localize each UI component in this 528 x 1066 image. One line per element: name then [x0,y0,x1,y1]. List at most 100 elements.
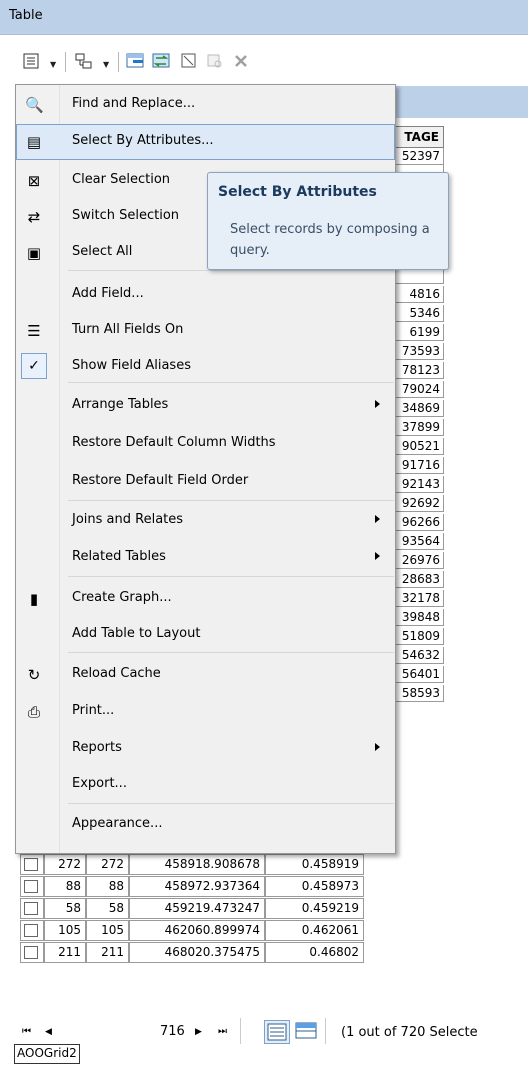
menu-item-label: Arrange Tables [72,397,169,412]
fid-cell: 272 [44,854,86,875]
toolbar-separator [65,52,66,72]
area-cell: 458972.937364 [129,876,265,897]
table-row[interactable]: 88 88 458972.937364 0.458973 [20,876,444,897]
show-selected-records-icon[interactable] [294,1020,318,1042]
menu-item-add-field[interactable]: Add Field... [16,277,395,313]
menu-item-label: Select By Attributes... [72,133,214,148]
menu-item-label: Restore Default Column Widths [72,435,276,450]
submenu-arrow-icon [375,552,380,560]
menu-item-label: Related Tables [72,549,166,564]
printer-icon: ⎙ [27,703,40,721]
percentage-cell: 0.46802 [265,942,364,963]
table-row[interactable]: 272 272 458918.908678 0.458919 [20,854,444,875]
nav-separator [240,1018,241,1044]
fid-cell: 88 [44,876,86,897]
window-title: Table [9,8,43,23]
bar-chart-icon: ▮ [29,590,39,608]
menu-item-label: Reports [72,740,122,755]
area-cell: 459219.473247 [129,898,265,919]
select-all-icon: ▣ [26,244,42,262]
select-by-attributes-icon: ▤ [26,133,42,151]
id-cell: 105 [86,920,129,941]
row-selector[interactable] [20,854,44,875]
zoom-to-selected-icon[interactable] [206,52,224,70]
tooltip-title: Select By Attributes [218,184,377,200]
id-cell: 58 [86,898,129,919]
switch-selection-icon: ⇄ [27,208,41,226]
switch-selection-icon[interactable] [152,52,172,70]
table-row[interactable]: 211 211 468020.375475 0.46802 [20,942,444,963]
row-selector[interactable] [20,898,44,919]
menu-item-select-by-attributes[interactable]: ▤ Select By Attributes... [16,124,395,160]
menu-item-create-graph[interactable]: ▮ Create Graph... [16,581,395,617]
id-cell: 211 [86,942,129,963]
binoculars-icon: 🔍 [25,96,44,114]
menu-item-arrange-tables[interactable]: Arrange Tables [16,388,395,424]
toolbar-separator [118,52,119,72]
area-cell: 458918.908678 [129,854,265,875]
menu-separator [68,500,394,501]
row-selector[interactable] [20,920,44,941]
menu-item-label: Select All [72,244,133,259]
show-all-records-icon[interactable] [264,1020,290,1044]
fid-cell: 211 [44,942,86,963]
menu-separator [68,803,394,804]
reload-icon: ↻ [27,666,41,684]
table-row[interactable]: 105 105 462060.899974 0.462061 [20,920,444,941]
fid-cell: 105 [44,920,86,941]
area-cell: 468020.375475 [129,942,265,963]
menu-item-joins-and-relates[interactable]: Joins and Relates [16,503,395,539]
tooltip-description: Select records by composing a query. [230,222,430,258]
menu-item-restore-default-field-order[interactable]: Restore Default Field Order [16,464,395,500]
submenu-arrow-icon [375,743,380,751]
last-record-button[interactable]: ⏭ [218,1026,227,1037]
menu-item-label: Joins and Relates [72,512,184,527]
submenu-arrow-icon [375,400,380,408]
menu-item-restore-default-column-widths[interactable]: Restore Default Column Widths [16,426,395,462]
previous-record-button[interactable]: ◀ [45,1027,52,1037]
percentage-cell: 0.459219 [265,898,364,919]
menu-item-reload-cache[interactable]: ↻ Reload Cache [16,657,395,693]
menu-item-related-tables[interactable]: Related Tables [16,540,395,576]
menu-item-label: Clear Selection [72,172,171,187]
next-record-button[interactable]: ▶ [195,1027,202,1037]
menu-item-find-and-replace[interactable]: 🔍 Find and Replace... [16,87,395,123]
table-options-icon[interactable] [22,52,40,70]
menu-item-turn-all-fields-on[interactable]: ☰ Turn All Fields On [16,313,395,349]
menu-item-export[interactable]: Export... [16,767,395,803]
menu-item-label: Switch Selection [72,208,180,223]
related-tables-dropdown[interactable]: ▼ [103,60,109,69]
menu-item-show-field-aliases[interactable]: ✓ Show Field Aliases [16,349,395,385]
check-icon: ✓ [21,353,47,379]
row-selector[interactable] [20,876,44,897]
fid-cell: 58 [44,898,86,919]
id-cell: 272 [86,854,129,875]
select-by-attributes-icon[interactable] [126,52,146,70]
table-tab[interactable]: AOOGrid2 [14,1044,80,1064]
menu-item-label: Export... [72,776,127,791]
select-by-attributes-tooltip: Select By Attributes Select records by c… [207,172,449,270]
table-options-dropdown[interactable]: ▼ [50,60,56,69]
menu-item-label: Restore Default Field Order [72,473,249,488]
delete-selected-icon[interactable] [233,53,249,69]
menu-item-label: Print... [72,703,115,718]
current-record-field[interactable]: 716 [160,1024,185,1039]
nav-separator [325,1018,326,1044]
menu-item-label: Create Graph... [72,590,172,605]
first-record-button[interactable]: ⏮ [22,1026,31,1037]
related-tables-icon[interactable] [74,52,94,70]
menu-item-label: Find and Replace... [72,96,196,111]
menu-separator [68,576,394,577]
percentage-cell: 0.458973 [265,876,364,897]
menu-item-reports[interactable]: Reports [16,731,395,767]
clear-selection-icon[interactable] [180,52,198,70]
window-titlebar: Table [0,0,528,35]
row-selector[interactable] [20,942,44,963]
submenu-arrow-icon [375,515,380,523]
menu-item-print[interactable]: ⎙ Print... [16,694,395,730]
menu-item-add-table-to-layout[interactable]: Add Table to Layout [16,617,395,653]
percentage-cell: 0.462061 [265,920,364,941]
table-row[interactable]: 58 58 459219.473247 0.459219 [20,898,444,919]
menu-item-label: Show Field Aliases [72,358,191,373]
menu-item-appearance[interactable]: Appearance... [16,807,395,843]
